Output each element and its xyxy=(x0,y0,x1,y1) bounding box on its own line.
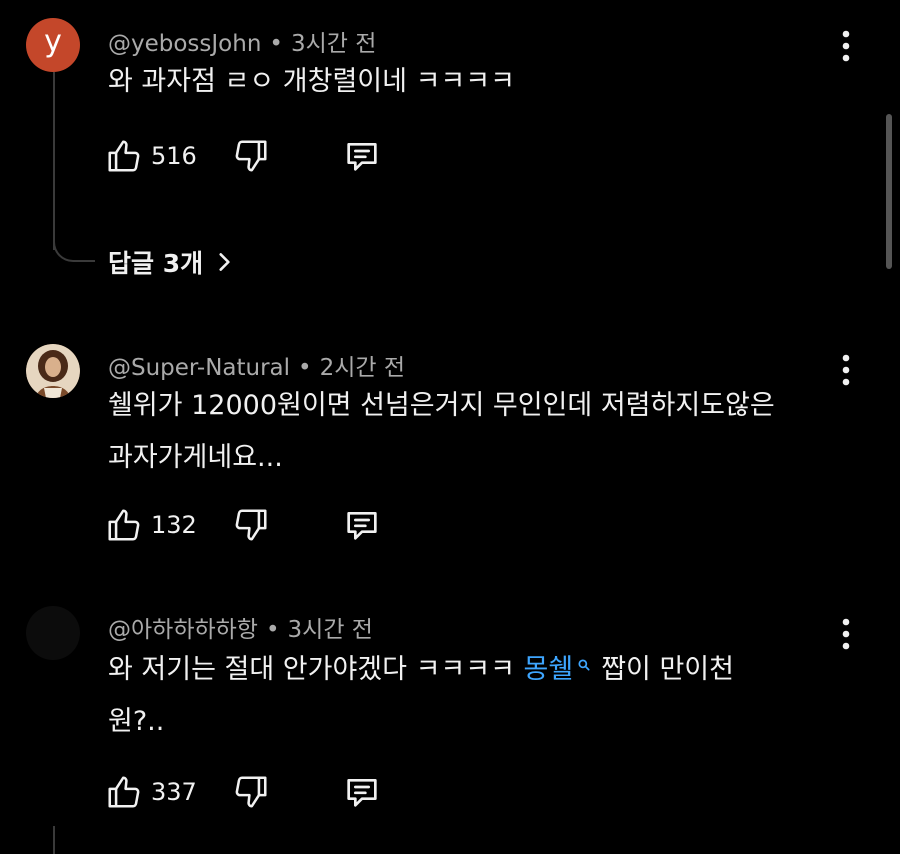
comment-time[interactable]: 2시간 전 xyxy=(320,355,405,381)
like-icon xyxy=(108,509,140,541)
comment-actions: 132 xyxy=(105,505,405,545)
thread-connector xyxy=(53,230,95,262)
avatar[interactable] xyxy=(26,606,80,660)
like-button[interactable]: 132 xyxy=(105,505,197,545)
more-vert-icon xyxy=(842,30,850,62)
hashtag-text: 몽쉘 xyxy=(523,654,574,685)
comment-author[interactable]: @Super-Natural xyxy=(108,355,290,381)
like-button[interactable]: 516 xyxy=(105,136,197,176)
scrollbar[interactable] xyxy=(886,114,892,269)
search-icon xyxy=(578,659,590,671)
dislike-icon xyxy=(235,776,267,808)
like-icon xyxy=(108,776,140,808)
comment-text-line: 과자가게네요... xyxy=(108,442,283,473)
more-button[interactable] xyxy=(838,352,854,388)
comment-meta: @아하하하하항 • 3시간 전 xyxy=(108,610,373,644)
comment-meta: @Super-Natural • 2시간 전 xyxy=(108,348,405,382)
meta-dot: • xyxy=(269,31,283,57)
reply-button[interactable] xyxy=(342,505,382,545)
comment-text-line: 와 과자점 ㄹㅇ 개창렬이네 ㅋㅋㅋㅋ xyxy=(108,66,515,97)
reply-icon xyxy=(347,779,377,807)
comment-actions: 516 xyxy=(105,136,405,176)
comment-text-segment: 짭이 만이천 xyxy=(601,654,734,685)
comment-actions: 337 xyxy=(105,772,405,812)
comment-time[interactable]: 3시간 전 xyxy=(291,31,376,57)
thread-line xyxy=(53,72,55,250)
more-button[interactable] xyxy=(838,616,854,652)
chevron-right-icon xyxy=(219,253,230,271)
like-count: 132 xyxy=(151,511,197,539)
dislike-button[interactable] xyxy=(232,772,270,812)
more-vert-icon xyxy=(842,354,850,386)
comment-text: 와 과자점 ㄹㅇ 개창렬이네 ㅋㅋㅋㅋ xyxy=(108,56,848,108)
avatar-letter: y xyxy=(44,24,62,59)
comment-meta: @yebossJohn • 3시간 전 xyxy=(108,24,376,58)
replies-label: 답글 3개 xyxy=(108,249,204,278)
reply-button[interactable] xyxy=(342,136,382,176)
view-replies-link[interactable]: 답글 3개 xyxy=(108,244,237,280)
like-count: 337 xyxy=(151,778,197,806)
comment-text: 쉘위가 12000원이면 선넘은거지 무인인데 저렴하지도않은 과자가게네요..… xyxy=(108,380,848,484)
like-button[interactable]: 337 xyxy=(105,772,197,812)
comment-author[interactable]: @yebossJohn xyxy=(108,31,261,57)
avatar-portrait xyxy=(26,344,80,398)
like-count: 516 xyxy=(151,142,197,170)
dislike-icon xyxy=(235,509,267,541)
more-button[interactable] xyxy=(838,28,854,64)
like-icon xyxy=(108,140,140,172)
dislike-button[interactable] xyxy=(232,505,270,545)
more-vert-icon xyxy=(842,618,850,650)
comment-text-line: 쉘위가 12000원이면 선넘은거지 무인인데 저렴하지도않은 xyxy=(108,390,775,421)
reply-icon xyxy=(347,143,377,171)
comment-text-segment: 와 저기는 절대 안가야겠다 ㅋㅋㅋㅋ xyxy=(108,654,524,685)
comment-text-line: 원?.. xyxy=(108,706,165,737)
comment-time[interactable]: 3시간 전 xyxy=(288,617,373,643)
hashtag-link[interactable]: 몽쉘 xyxy=(524,654,602,685)
avatar[interactable] xyxy=(26,344,80,398)
comment-author[interactable]: @아하하하하항 xyxy=(108,617,258,643)
avatar[interactable]: y xyxy=(26,18,80,72)
dislike-button[interactable] xyxy=(232,136,270,176)
comment-text: 와 저기는 절대 안가야겠다 ㅋㅋㅋㅋ 몽쉘 짭이 만이천 원?.. xyxy=(108,644,848,748)
meta-dot: • xyxy=(298,355,312,381)
reply-button[interactable] xyxy=(342,772,382,812)
comment-text-line: 와 저기는 절대 안가야겠다 ㅋㅋㅋㅋ 몽쉘 짭이 만이천 xyxy=(108,644,848,696)
thread-line xyxy=(53,826,55,854)
meta-dot: • xyxy=(265,617,280,643)
dislike-icon xyxy=(235,140,267,172)
reply-icon xyxy=(347,512,377,540)
